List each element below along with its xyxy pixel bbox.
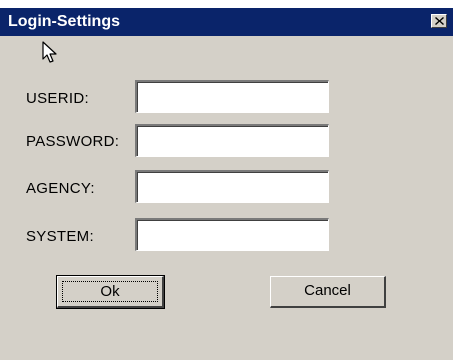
userid-input[interactable] bbox=[135, 80, 329, 113]
system-label: SYSTEM: bbox=[26, 228, 94, 245]
password-label: PASSWORD: bbox=[26, 133, 120, 150]
ok-button[interactable]: Ok bbox=[56, 275, 165, 309]
login-settings-dialog: Login-Settings USERID: PASSWORD: AGENCY:… bbox=[0, 0, 453, 360]
cancel-button[interactable]: Cancel bbox=[270, 276, 386, 308]
close-icon bbox=[435, 17, 444, 25]
title-bar[interactable]: Login-Settings bbox=[0, 8, 453, 36]
window-title: Login-Settings bbox=[8, 13, 120, 30]
top-strip bbox=[0, 0, 453, 8]
ok-button-label: Ok bbox=[62, 281, 158, 302]
userid-label: USERID: bbox=[26, 90, 89, 107]
close-button[interactable] bbox=[431, 14, 447, 28]
agency-label: AGENCY: bbox=[26, 180, 95, 197]
system-input[interactable] bbox=[135, 218, 329, 251]
agency-input[interactable] bbox=[135, 170, 329, 203]
password-input[interactable] bbox=[135, 124, 329, 157]
mouse-pointer-icon bbox=[42, 41, 57, 63]
